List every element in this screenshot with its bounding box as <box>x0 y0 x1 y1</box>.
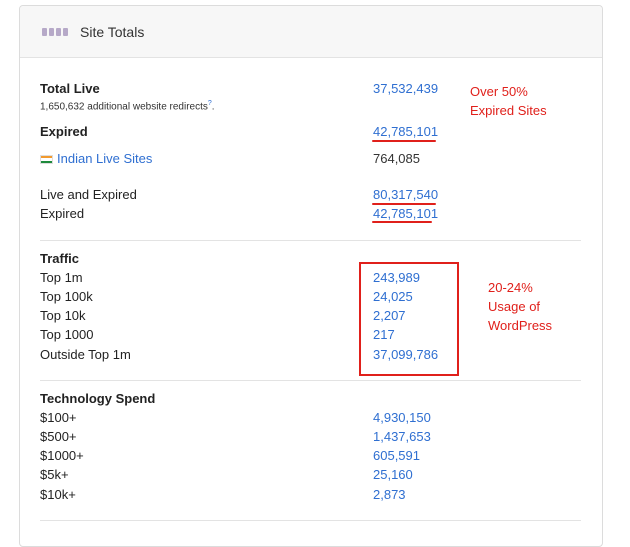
indian-live-sites-value: 764,085 <box>373 151 420 166</box>
spend-label: $5k+ <box>40 467 69 482</box>
redirects-note-text: 1,650,632 additional website redirects <box>40 101 208 113</box>
divider <box>40 520 581 521</box>
traffic-heading: Traffic <box>40 251 80 266</box>
spend-label: $500+ <box>40 429 77 444</box>
divider <box>40 240 581 241</box>
traffic-label: Top 1000 <box>40 327 94 342</box>
expired-label: Expired <box>40 124 88 139</box>
indian-live-sites-row[interactable]: Indian Live Sites <box>40 151 152 166</box>
traffic-annotation-box <box>359 262 459 376</box>
total-live-label: Total Live <box>40 81 100 96</box>
annotation-underline <box>372 221 432 223</box>
spend-value[interactable]: 25,160 <box>373 467 413 482</box>
traffic-label: Outside Top 1m <box>40 347 131 362</box>
annotation-line: Expired Sites <box>470 103 547 118</box>
expired-label-2: Expired <box>40 206 85 221</box>
live-and-expired-value[interactable]: 80,317,540 <box>373 187 438 202</box>
expired-annotation: Over 50% Expired Sites <box>470 82 547 120</box>
spend-value[interactable]: 1,437,653 <box>373 429 431 444</box>
divider <box>40 380 581 381</box>
expired-value[interactable]: 42,785,101 <box>373 124 438 139</box>
wordpress-annotation: 20-24% Usage of WordPress <box>488 278 552 335</box>
traffic-label: Top 10k <box>40 308 86 323</box>
annotation-underline <box>372 140 436 142</box>
spend-value[interactable]: 605,591 <box>373 448 420 463</box>
indian-live-sites-link[interactable]: Indian Live Sites <box>57 151 152 166</box>
live-and-expired-label: Live and Expired <box>40 187 137 202</box>
site-stack-icon <box>42 27 68 36</box>
spend-label: $10k+ <box>40 487 76 502</box>
annotation-line: Usage of <box>488 299 541 314</box>
annotation-line: WordPress <box>488 318 553 333</box>
annotation-line: 20-24% <box>488 280 533 295</box>
card-header: Site Totals <box>20 6 602 58</box>
spend-label: $100+ <box>40 410 77 425</box>
card-title: Site Totals <box>80 23 145 40</box>
annotation-line: Over 50% <box>470 84 528 99</box>
spend-value[interactable]: 4,930,150 <box>373 410 431 425</box>
india-flag-icon <box>40 155 53 164</box>
spend-label: $1000+ <box>40 448 84 463</box>
redirects-note: 1,650,632 additional website redirects?. <box>40 100 215 113</box>
traffic-label: Top 100k <box>40 289 93 304</box>
total-live-value[interactable]: 37,532,439 <box>373 81 438 96</box>
expired-value-2[interactable]: 42,785,101 <box>373 206 438 221</box>
spend-value[interactable]: 2,873 <box>373 487 406 502</box>
spend-heading: Technology Spend <box>40 391 156 406</box>
traffic-label: Top 1m <box>40 270 83 285</box>
annotation-underline <box>372 203 436 205</box>
